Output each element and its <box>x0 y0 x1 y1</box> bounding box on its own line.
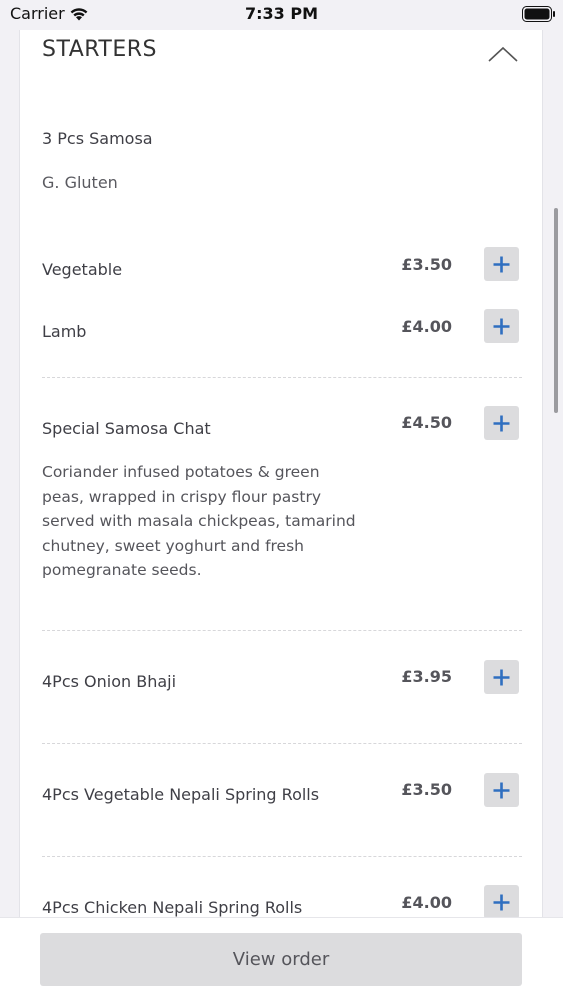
item-name-chicken-spring-rolls: 4Pcs Chicken Nepali Spring Rolls <box>42 898 303 917</box>
scrollbar[interactable] <box>554 208 558 413</box>
status-bar: Carrier 7:33 PM <box>0 0 563 30</box>
plus-icon <box>493 415 510 432</box>
add-chicken-spring-rolls-button[interactable] <box>484 885 519 919</box>
add-lamb-samosa-button[interactable] <box>484 309 519 343</box>
item-name-vegetable: Vegetable <box>42 260 123 279</box>
item-price-special-samosa-chat: £4.50 <box>401 413 452 432</box>
footer-bar: View order <box>0 917 563 1001</box>
item-name-onion-bhaji: 4Pcs Onion Bhaji <box>42 672 177 691</box>
add-special-samosa-chat-button[interactable] <box>484 406 519 440</box>
plus-icon <box>493 782 510 799</box>
plus-icon <box>493 256 510 273</box>
item-price-vegetable: £3.50 <box>401 255 452 274</box>
item-price-onion-bhaji: £3.95 <box>401 667 452 686</box>
section-title: STARTERS <box>42 37 158 62</box>
item-description: Coriander infused potatoes & green peas,… <box>42 463 356 579</box>
item-price-chicken-spring-rolls: £4.00 <box>401 893 452 912</box>
view-order-button[interactable]: View order <box>40 933 522 986</box>
status-time: 7:33 PM <box>244 4 318 23</box>
item-divider <box>42 743 522 744</box>
item-divider <box>42 630 522 631</box>
add-onion-bhaji-button[interactable] <box>484 660 519 694</box>
plus-icon <box>493 318 510 335</box>
plus-icon <box>493 894 510 911</box>
chevron-up-icon[interactable] <box>486 42 520 66</box>
allergen-label: G. Gluten <box>42 173 118 192</box>
plus-icon <box>493 669 510 686</box>
item-divider <box>42 377 522 378</box>
item-name-vegetable-spring-rolls: 4Pcs Vegetable Nepali Spring Rolls <box>42 785 320 804</box>
item-price-lamb: £4.00 <box>401 317 452 336</box>
battery-icon <box>522 6 555 22</box>
item-name-lamb: Lamb <box>42 322 87 341</box>
add-vegetable-samosa-button[interactable] <box>484 247 519 281</box>
item-price-vegetable-spring-rolls: £3.50 <box>401 780 452 799</box>
item-name-special-samosa-chat: Special Samosa Chat <box>42 419 211 438</box>
item-divider <box>42 856 522 857</box>
group-title: 3 Pcs Samosa <box>42 129 153 148</box>
add-vegetable-spring-rolls-button[interactable] <box>484 773 519 807</box>
menu-section-card: STARTERS 3 Pcs Samosa G. Gluten Vegetabl… <box>19 10 543 960</box>
